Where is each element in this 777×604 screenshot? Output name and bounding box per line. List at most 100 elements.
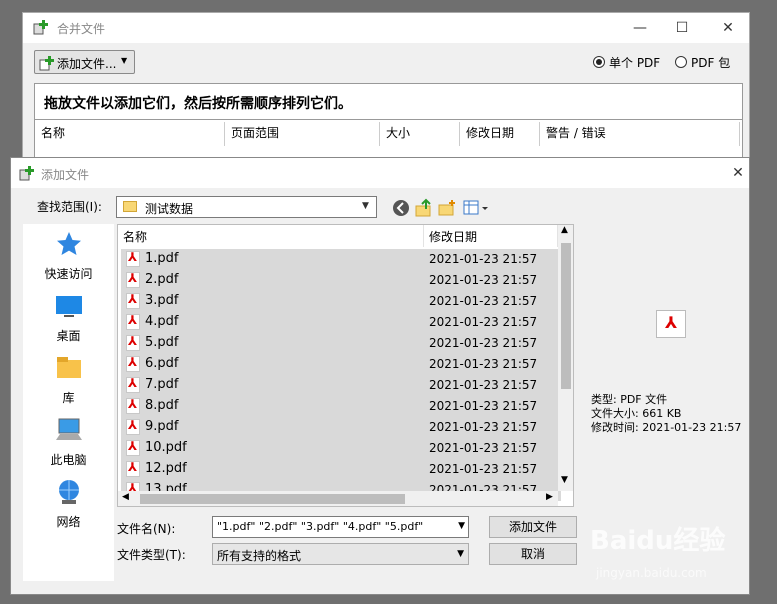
pdf-file-icon [126, 250, 140, 267]
place-libraries[interactable]: 库 [23, 354, 114, 406]
minimize-button[interactable]: — [629, 17, 651, 39]
pdf-file-icon [126, 355, 140, 372]
dialog-close-button[interactable]: ✕ [727, 162, 749, 184]
acrobat-app-icon [33, 20, 48, 35]
title-bar: 合并文件 — ☐ ✕ [23, 13, 749, 43]
file-name: 9.pdf [145, 419, 179, 434]
file-date: 2021-01-23 21:57 [429, 273, 538, 287]
file-date: 2021-01-23 21:57 [429, 462, 538, 476]
scroll-down-icon[interactable]: ▼ [561, 475, 568, 485]
column-size[interactable]: 大小 [380, 122, 460, 146]
place-desktop[interactable]: 桌面 [23, 292, 114, 344]
column-name[interactable]: 名称 [35, 122, 225, 146]
chevron-down-icon: ▼ [121, 56, 128, 65]
desktop-icon [55, 296, 82, 317]
file-list-header: 名称 ⌃ 修改日期 [118, 225, 558, 247]
file-row[interactable]: 3.pdf 2021-01-23 21:57 [121, 291, 561, 312]
column-modified[interactable]: 修改日期 [460, 122, 540, 146]
filetype-value: 所有支持的格式 [217, 549, 302, 563]
scroll-right-icon[interactable]: ▶ [546, 492, 553, 502]
pdf-file-icon [126, 334, 140, 351]
close-button[interactable]: ✕ [717, 17, 739, 39]
star-icon [56, 232, 81, 255]
filetype-label: 文件类型(T): [117, 548, 186, 562]
single-pdf-radio[interactable] [593, 56, 605, 68]
place-quick-access[interactable]: 快速访问 [23, 230, 114, 282]
file-list[interactable]: 名称 ⌃ 修改日期 1.pdf 2021-01-23 21:57 2.pdf 2021… [117, 224, 574, 507]
file-name: 3.pdf [145, 293, 179, 308]
file-row[interactable]: 9.pdf 2021-01-23 21:57 [121, 417, 561, 438]
file-row[interactable]: 1.pdf 2021-01-23 21:57 [121, 249, 561, 270]
view-menu-icon[interactable] [462, 198, 490, 218]
info-modified: 修改时间: 2021-01-23 21:57 [591, 421, 742, 434]
file-date: 2021-01-23 21:57 [429, 336, 538, 350]
lookin-label: 查找范围(I): [37, 200, 102, 214]
pdf-file-icon [126, 439, 140, 456]
file-date: 2021-01-23 21:57 [429, 399, 538, 413]
merge-files-window: 合并文件 — ☐ ✕ 添加文件... ▼ 单个 PDF PDF 包 拖放文件以添… [22, 12, 750, 172]
file-date: 2021-01-23 21:57 [429, 315, 538, 329]
scroll-thumb[interactable] [140, 494, 405, 504]
watermark-logo: Baidu经验 [590, 526, 726, 556]
window-title: 合并文件 [57, 22, 106, 36]
network-icon [58, 480, 79, 504]
place-label: 库 [62, 391, 75, 405]
file-date: 2021-01-23 21:57 [429, 252, 538, 266]
horizontal-scrollbar[interactable]: ◀ ▶ [118, 491, 558, 506]
file-info: 类型: PDF 文件 文件大小: 661 KB 修改时间: 2021-01-23… [591, 393, 741, 435]
single-pdf-label: 单个 PDF [609, 56, 661, 70]
drop-hint: 拖放文件以添加它们，然后按所需顺序排列它们。 [34, 83, 743, 120]
scroll-left-icon[interactable]: ◀ [122, 492, 129, 502]
lookin-select[interactable]: 测试数据 ▼ [116, 196, 377, 218]
library-icon [56, 357, 81, 378]
folder-icon [123, 201, 137, 212]
scroll-thumb[interactable] [561, 243, 571, 389]
cancel-button[interactable]: 取消 [489, 543, 577, 565]
vertical-scrollbar[interactable]: ▲ ▼ [558, 225, 573, 491]
file-date: 2021-01-23 21:57 [429, 441, 538, 455]
filename-input[interactable]: "1.pdf" "2.pdf" "3.pdf" "4.pdf" "5.pdf" ▼ [212, 516, 469, 538]
pdf-file-icon [126, 460, 140, 477]
place-label: 桌面 [56, 329, 81, 343]
scroll-up-icon[interactable]: ▲ [561, 225, 568, 235]
file-date: 2021-01-23 21:57 [429, 378, 538, 392]
place-label: 快速访问 [44, 267, 93, 281]
places-bar: 快速访问 桌面 库 此电脑 网络 [23, 224, 114, 581]
file-row[interactable]: 2.pdf 2021-01-23 21:57 [121, 270, 561, 291]
file-name: 1.pdf [145, 251, 179, 266]
filename-value: "1.pdf" "2.pdf" "3.pdf" "4.pdf" "5.pdf" [217, 520, 424, 533]
file-name: 4.pdf [145, 314, 179, 329]
file-name: 10.pdf [145, 440, 187, 455]
place-label: 网络 [56, 515, 81, 529]
back-icon[interactable] [391, 198, 411, 218]
filetype-select[interactable]: 所有支持的格式 ▼ [212, 543, 469, 565]
place-network[interactable]: 网络 [23, 478, 114, 530]
dialog-title: 添加文件 [41, 168, 90, 182]
maximize-button[interactable]: ☐ [671, 17, 693, 39]
chevron-down-icon[interactable]: ▼ [458, 521, 465, 531]
add-files-dropdown-button[interactable]: 添加文件... ▼ [34, 50, 135, 74]
file-row[interactable]: 10.pdf 2021-01-23 21:57 [121, 438, 561, 459]
pdf-package-radio[interactable] [675, 56, 687, 68]
file-row[interactable]: 7.pdf 2021-01-23 21:57 [121, 375, 561, 396]
file-row[interactable]: 4.pdf 2021-01-23 21:57 [121, 312, 561, 333]
file-row[interactable]: 12.pdf 2021-01-23 21:57 [121, 459, 561, 480]
pdf-package-label: PDF 包 [691, 56, 731, 70]
column-warnings[interactable]: 警告 / 错误 [540, 122, 740, 146]
up-folder-icon[interactable] [414, 198, 434, 218]
pdf-file-icon [126, 313, 140, 330]
file-date: 2021-01-23 21:57 [429, 420, 538, 434]
file-date: 2021-01-23 21:57 [429, 294, 538, 308]
place-this-pc[interactable]: 此电脑 [23, 416, 114, 468]
lookin-value: 测试数据 [145, 202, 194, 216]
column-page-range[interactable]: 页面范围 [225, 122, 380, 146]
file-row[interactable]: 5.pdf 2021-01-23 21:57 [121, 333, 561, 354]
info-size: 文件大小: 661 KB [591, 407, 682, 420]
column-modified[interactable]: 修改日期 [424, 225, 558, 247]
file-row[interactable]: 6.pdf 2021-01-23 21:57 [121, 354, 561, 375]
add-file-button[interactable]: 添加文件 [489, 516, 577, 538]
pdf-file-icon [126, 376, 140, 393]
file-row[interactable]: 8.pdf 2021-01-23 21:57 [121, 396, 561, 417]
new-folder-icon[interactable] [437, 198, 457, 218]
chevron-down-icon: ▼ [362, 201, 369, 211]
